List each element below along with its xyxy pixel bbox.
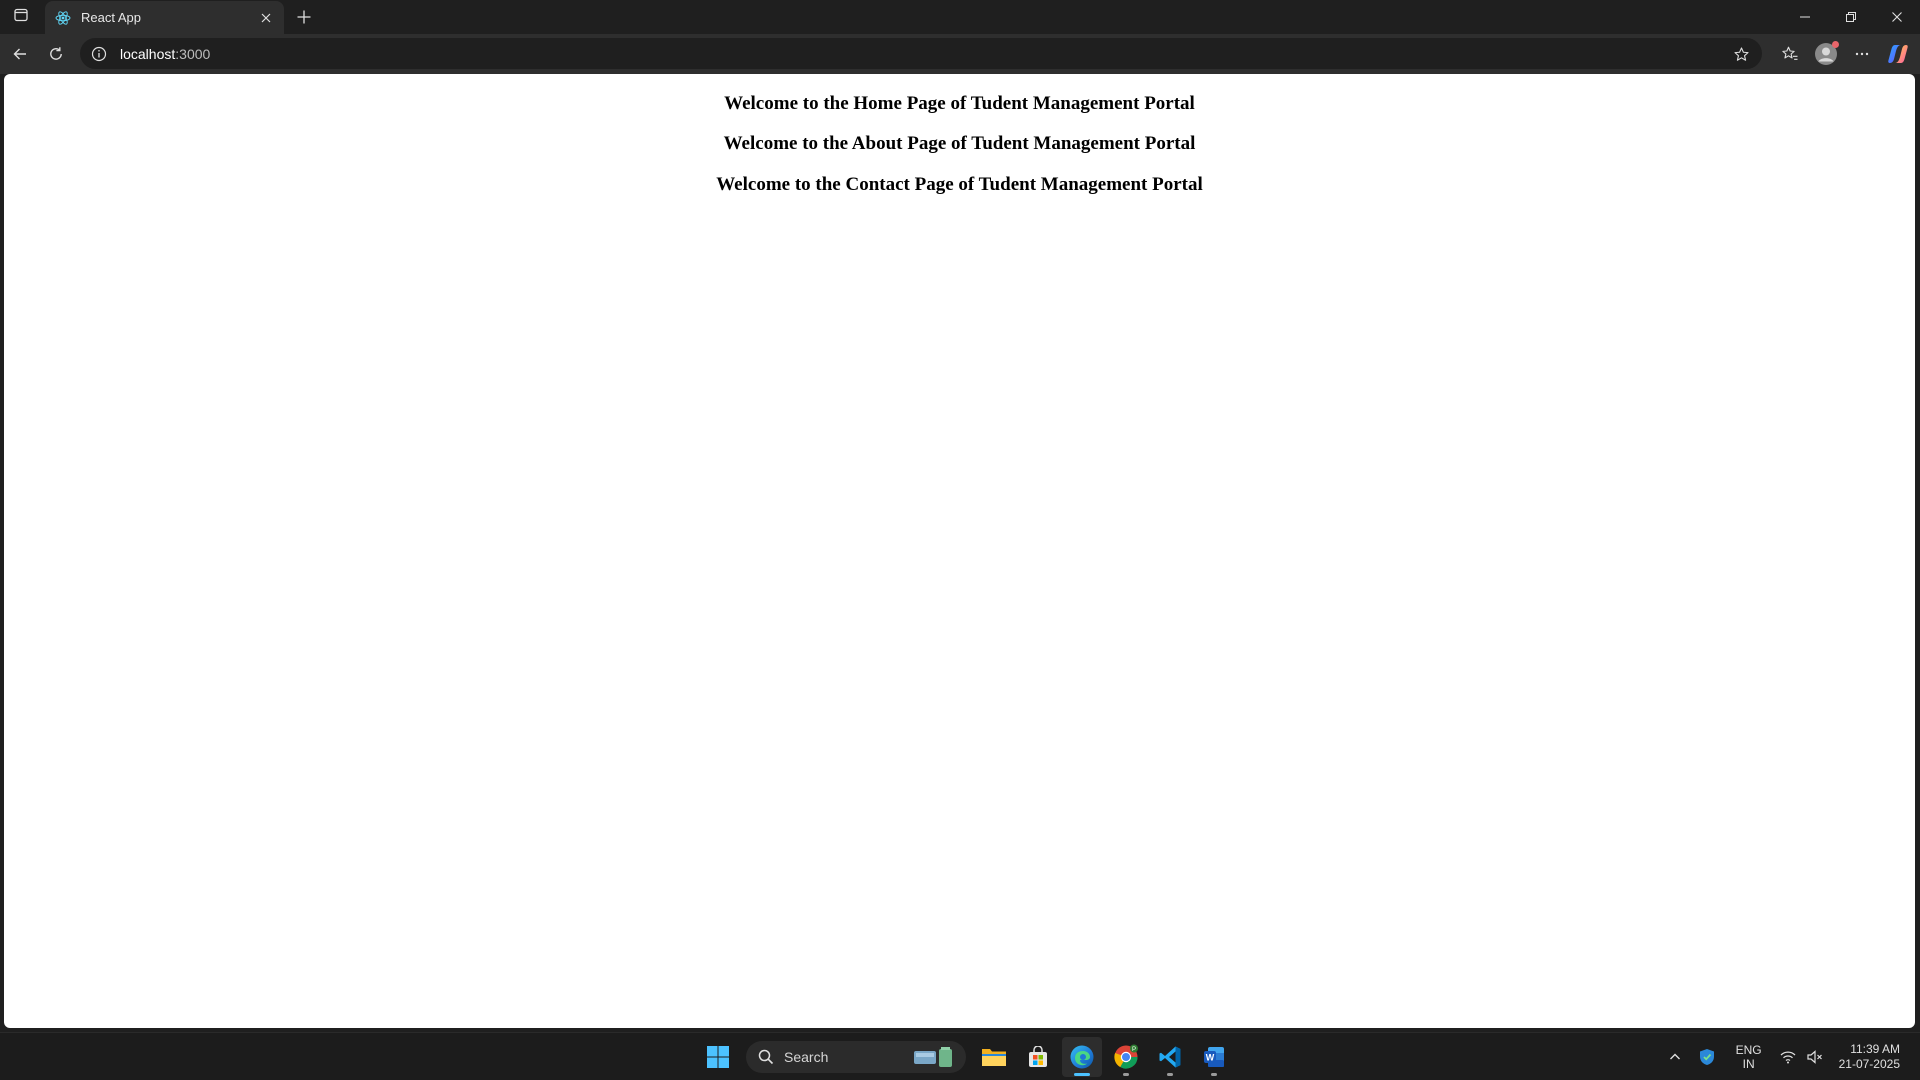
contact-heading: Welcome to the Contact Page of Tudent Ma… [716,174,1203,195]
restore-button[interactable] [1828,0,1874,34]
search-highlight-icon [914,1047,952,1067]
star-icon [1733,46,1749,61]
back-button[interactable] [2,38,38,70]
network-button[interactable] [1775,1037,1801,1077]
tab-actions-button[interactable] [2,0,40,34]
address-bar[interactable]: localhost:3000 [80,38,1762,69]
profile-icon [1814,41,1839,66]
more-icon [1855,52,1869,56]
browser-tab-strip: React App [0,0,1920,34]
vscode-button[interactable] [1150,1037,1190,1077]
clock-button[interactable]: 11:39 AM 21-07-2025 [1829,1042,1920,1072]
word-icon: W [1204,1047,1224,1067]
tab-title: React App [81,10,141,25]
store-icon [1029,1046,1047,1067]
vscode-icon [1159,1046,1181,1068]
copilot-icon [1888,45,1908,63]
plus-icon [297,10,311,24]
restore-icon [1846,12,1856,22]
page-viewport: Welcome to the Home Page of Tudent Manag… [4,74,1915,1028]
add-favorite-button[interactable] [1730,43,1752,65]
search-icon [758,1049,774,1065]
edge-button[interactable] [1062,1037,1102,1077]
favorites-button[interactable] [1772,38,1808,70]
defender-icon [1699,1049,1714,1065]
info-icon [91,46,107,61]
running-indicator [1123,1073,1129,1076]
svg-text:W: W [1206,1053,1215,1063]
running-indicator [1211,1073,1217,1076]
react-favicon-icon [55,10,71,26]
volume-muted-icon [1807,1050,1822,1064]
toolbar-right [1772,34,1920,74]
edge-icon [1070,1045,1094,1069]
back-icon [13,48,26,60]
wifi-icon [1780,1051,1796,1064]
windows-taskbar: Search P W ENG IN 11:39 AM 21-07-2025 [0,1032,1920,1080]
system-tray: ENG IN 11:39 AM 21-07-2025 [1659,1033,1920,1080]
word-button[interactable]: W [1194,1037,1234,1077]
window-close-icon [1892,12,1902,22]
defender-tray-button[interactable] [1691,1037,1723,1077]
chevron-up-icon [1669,1053,1680,1060]
url-text: localhost:3000 [120,46,210,62]
start-button[interactable] [698,1037,738,1077]
browser-toolbar: localhost:3000 [0,34,1920,74]
search-label: Search [784,1049,829,1065]
copilot-button[interactable] [1880,38,1916,70]
minimize-icon [1800,16,1810,18]
microsoft-store-button[interactable] [1018,1037,1058,1077]
language-region: IN [1742,1057,1755,1071]
refresh-icon [50,47,62,60]
chrome-icon: P [1114,1044,1138,1069]
site-info-button[interactable] [88,43,110,65]
tab-actions-icon [13,7,29,28]
running-indicator [1167,1073,1173,1076]
minimize-button[interactable] [1782,0,1828,34]
volume-button[interactable] [1801,1037,1829,1077]
new-tab-button[interactable] [290,3,318,31]
desktop-screen: React App localhost:3000 Welcome to the … [0,0,1920,1080]
refresh-button[interactable] [38,38,74,70]
windows-logo-icon [707,1046,729,1068]
clock-date: 21-07-2025 [1838,1057,1900,1071]
about-heading: Welcome to the About Page of Tudent Mana… [723,133,1196,154]
window-close-button[interactable] [1874,0,1920,34]
language-indicator[interactable]: ENG IN [1723,1037,1775,1077]
active-indicator [1074,1073,1090,1076]
url-host: localhost [120,45,176,62]
folder-icon [982,1049,1006,1066]
profile-button[interactable] [1808,38,1844,70]
clock-time: 11:39 AM [1850,1042,1900,1056]
file-explorer-button[interactable] [974,1037,1014,1077]
browser-tab[interactable]: React App [45,1,284,34]
show-hidden-icons-button[interactable] [1659,1037,1691,1077]
taskbar-apps: Search P W [696,1037,1236,1077]
home-heading: Welcome to the Home Page of Tudent Manag… [724,93,1195,114]
favorites-icon [1782,46,1798,60]
language-code: ENG [1735,1043,1762,1057]
svg-text:P: P [1132,1047,1136,1053]
tab-close-button[interactable] [256,8,276,28]
more-button[interactable] [1844,38,1880,70]
chrome-button[interactable]: P [1106,1037,1146,1077]
window-controls [1782,0,1920,34]
url-port: :3000 [175,45,211,62]
taskbar-search[interactable]: Search [746,1041,966,1073]
close-icon [261,13,271,22]
